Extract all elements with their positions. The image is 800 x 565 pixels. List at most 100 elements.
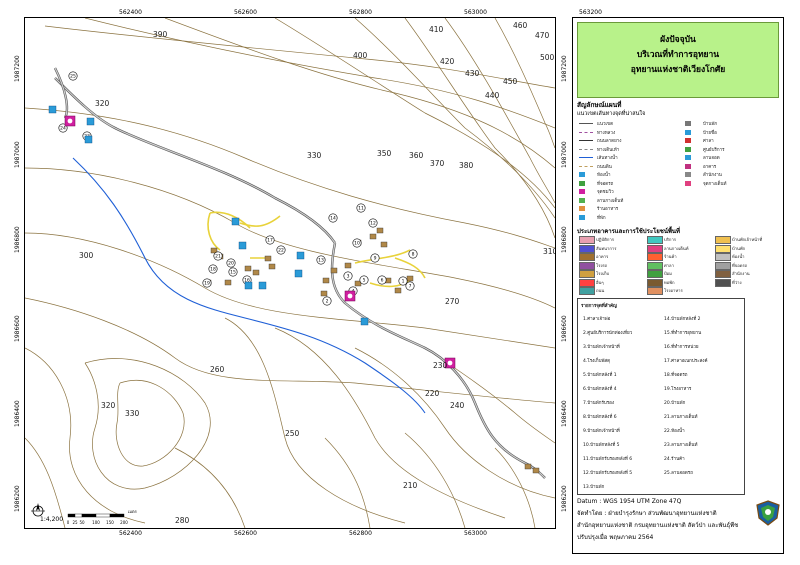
poi-marker[interactable]: 3 xyxy=(343,271,353,281)
building-marker[interactable] xyxy=(394,287,402,294)
landuse-label: สันทนาการ xyxy=(596,245,617,251)
poi-marker[interactable]: 21 xyxy=(213,251,223,261)
place-item: 4.โรงเก็บพัสดุ xyxy=(583,359,611,364)
scale-segment xyxy=(74,513,83,518)
poi-marker[interactable]: 13 xyxy=(316,255,326,265)
contour-label: 470 xyxy=(535,31,550,40)
y-tick-label: 1986200 xyxy=(561,485,568,512)
poi-marker[interactable]: 5 xyxy=(359,275,369,285)
poi-marker[interactable]: 17 xyxy=(265,235,275,245)
legend-symbol xyxy=(579,172,585,177)
contour-line xyxy=(444,18,555,204)
contour-line xyxy=(84,358,211,490)
scale-bar: 0 25 50 100 150 200 เมตร 1:4,200 xyxy=(28,502,158,532)
service-icon[interactable] xyxy=(258,281,267,290)
service-icon[interactable] xyxy=(231,217,240,226)
scale-tick-label: 0 xyxy=(67,520,70,525)
landuse-swatch xyxy=(715,270,731,278)
info-icon[interactable] xyxy=(344,290,356,302)
building-marker[interactable] xyxy=(264,255,272,262)
contour-line xyxy=(115,380,185,467)
landuse-label: ร้านค้า xyxy=(664,254,677,259)
contour-line xyxy=(324,437,371,528)
place-item: 1.ศาลาเจ้าพ่อ xyxy=(583,317,611,322)
building-markers xyxy=(204,227,540,474)
service-icon[interactable] xyxy=(84,135,93,144)
poi-marker[interactable]: 22 xyxy=(276,245,286,255)
building-marker[interactable] xyxy=(252,269,260,276)
footer-made-by: จัดทำโดย : ฝ่ายบำรุงรักษา ส่วนพัฒนาอุทยา… xyxy=(577,510,717,517)
building-marker[interactable] xyxy=(344,262,352,269)
poi-marker[interactable]: 15 xyxy=(228,267,238,277)
poi-marker[interactable]: 14 xyxy=(328,213,338,223)
place-item: 24.ร้านค้า xyxy=(664,457,685,462)
contour-label: 440 xyxy=(485,91,500,100)
landuse-swatch xyxy=(715,244,731,253)
place-item: 16.ที่ทำการหน่วย xyxy=(664,345,699,350)
legend-symbol xyxy=(579,148,593,150)
legend-symbol xyxy=(685,155,691,160)
place-item: 19.โรงอาหาร xyxy=(664,387,692,392)
map-canvas[interactable]: 1234567891011121314151617181920212223242… xyxy=(25,18,555,528)
building-marker[interactable] xyxy=(330,267,338,274)
legend-symbol xyxy=(579,123,593,124)
building-marker[interactable] xyxy=(224,279,232,286)
building-marker[interactable] xyxy=(406,275,414,282)
poi-marker[interactable]: 1 xyxy=(398,276,408,286)
service-icon[interactable] xyxy=(244,281,253,290)
poi-marker[interactable]: 11 xyxy=(356,203,366,213)
landuse-label: ที่ว่าง xyxy=(732,279,742,285)
landuse-label: หอพัก xyxy=(664,279,675,285)
legend-label: ทางเดินเท้า xyxy=(597,147,620,153)
building-marker[interactable] xyxy=(244,265,252,272)
building-marker[interactable] xyxy=(380,241,388,248)
building-marker[interactable] xyxy=(322,277,330,284)
building-marker[interactable] xyxy=(268,263,276,270)
poi-marker[interactable]: 6 xyxy=(377,275,387,285)
landuse-label: โรงรถ xyxy=(596,262,608,268)
contour-line xyxy=(25,167,555,309)
legend-label: ที่พัก xyxy=(597,215,606,221)
contour-label: 350 xyxy=(377,149,392,158)
poi-marker[interactable]: 7 xyxy=(405,281,415,291)
poi-marker[interactable]: 19 xyxy=(202,278,212,288)
service-icon[interactable] xyxy=(48,105,57,114)
poi-marker[interactable]: 9 xyxy=(370,253,380,263)
y-tick-label: 1987000 xyxy=(14,141,21,168)
map-frame[interactable]: 1234567891011121314151617181920212223242… xyxy=(24,17,556,529)
places-box: รายการจุดที่สำคัญ 1.ศาลาเจ้าพ่อ 2.ศูนย์บร… xyxy=(577,298,745,495)
legend-symbol xyxy=(579,165,593,167)
poi-marker[interactable]: 25 xyxy=(68,71,78,81)
service-icon[interactable] xyxy=(294,269,303,278)
footer-datum: Datum : WGS 1954 UTM Zone 47Q xyxy=(577,498,682,505)
contour-line xyxy=(494,447,536,528)
service-icon[interactable] xyxy=(238,241,247,250)
poi-marker[interactable]: 12 xyxy=(368,218,378,228)
poi-marker[interactable]: 2 xyxy=(322,296,332,306)
building-marker[interactable] xyxy=(524,463,532,470)
info-icon[interactable] xyxy=(64,115,76,127)
poi-number: 18 xyxy=(210,267,216,273)
landuse-swatch xyxy=(647,270,663,278)
landuse-label: ลานกางเต็นท์ xyxy=(664,245,689,251)
legend-label: เส้นทางน้ำ xyxy=(597,156,618,161)
landuse-label: ถนน xyxy=(596,288,605,293)
legend-symbol xyxy=(579,189,585,194)
legend-heading: สัญลักษณ์แผนที่ xyxy=(577,101,622,109)
poi-marker[interactable]: 20 xyxy=(226,258,236,268)
landuse-swatch xyxy=(579,270,595,278)
poi-number: 8 xyxy=(412,252,415,258)
building-marker[interactable] xyxy=(320,290,328,297)
landuse-swatch xyxy=(647,253,663,261)
building-marker[interactable] xyxy=(376,227,384,234)
poi-marker[interactable]: 10 xyxy=(352,238,362,248)
building-marker[interactable] xyxy=(369,233,377,240)
place-item: 21.ลานกางเต็นท์ xyxy=(664,415,698,420)
building-marker[interactable] xyxy=(532,467,540,474)
landuse-label: ปฏิบัติการ xyxy=(596,237,614,242)
poi-marker[interactable]: 18 xyxy=(208,264,218,274)
poi-marker[interactable]: 8 xyxy=(408,249,418,259)
service-icon[interactable] xyxy=(296,251,305,260)
service-icon[interactable] xyxy=(360,317,369,326)
service-icon[interactable] xyxy=(86,117,95,126)
